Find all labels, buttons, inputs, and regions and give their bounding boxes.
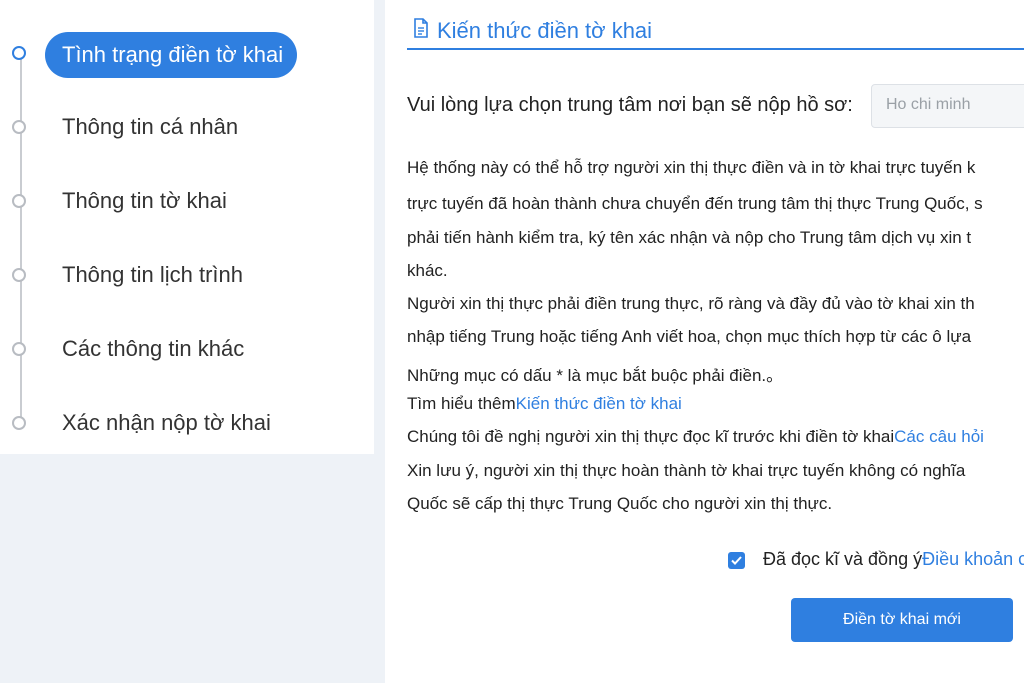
center-select[interactable]: Ho chi minh <box>871 84 1024 128</box>
agree-text: Đã đọc kĩ và đồng ý <box>763 549 923 569</box>
step-item-form-info[interactable]: Thông tin tờ khai <box>0 180 374 226</box>
step-dot-icon <box>12 268 26 282</box>
step-dot-icon <box>12 46 26 60</box>
info-paragraph-line: khác. <box>407 261 448 280</box>
step-label: Thông tin tờ khai <box>62 188 227 213</box>
step-sidebar: Tình trạng điền tờ khai Thông tin cá nhâ… <box>0 0 374 454</box>
step-label: Xác nhận nộp tờ khai <box>62 410 271 435</box>
agree-checkbox[interactable] <box>728 552 745 569</box>
step-label: Tình trạng điền tờ khai <box>62 42 284 67</box>
info-paragraph-line: Quốc sẽ cấp thị thực Trung Quốc cho ngườ… <box>407 494 833 513</box>
section-title: Kiến thức điền tờ khai <box>437 18 653 43</box>
terms-agreement: Đã đọc kĩ và đồng ýĐiều khoản c <box>728 548 1024 574</box>
step-item-confirm-submit[interactable]: Xác nhận nộp tờ khai <box>0 402 374 448</box>
step-label: Thông tin cá nhân <box>62 114 239 139</box>
faq-text: Chúng tôi đề nghị người xin thị thực đọc… <box>407 427 895 446</box>
main-panel: Kiến thức điền tờ khai Vui lòng lựa chọn… <box>385 0 1024 683</box>
learn-more-line: Tìm hiểu thêmKiến thức điền tờ khai <box>407 394 682 414</box>
info-paragraph-line: trực tuyến đã hoàn thành chưa chuyển đến… <box>407 194 983 213</box>
faq-link[interactable]: Các câu hỏi <box>894 427 984 446</box>
new-form-button[interactable]: Điền tờ khai mới <box>791 598 1013 642</box>
center-select-label: Vui lòng lựa chọn trung tâm nơi bạn sẽ n… <box>407 94 853 116</box>
step-item-other-info[interactable]: Các thông tin khác <box>0 328 374 374</box>
step-item-status[interactable]: Tình trạng điền tờ khai <box>0 32 374 78</box>
check-icon <box>731 556 742 565</box>
section-header: Kiến thức điền tờ khai <box>407 14 1024 50</box>
terms-link[interactable]: Điều khoản c <box>922 549 1024 569</box>
faq-line: Chúng tôi đề nghị người xin thị thực đọc… <box>407 427 984 447</box>
step-item-personal-info[interactable]: Thông tin cá nhân <box>0 106 374 152</box>
info-paragraph-line: Xin lưu ý, người xin thị thực hoàn thành… <box>407 461 966 480</box>
step-dot-icon <box>12 120 26 134</box>
step-dot-icon <box>12 342 26 356</box>
info-paragraph-line: phải tiến hành kiểm tra, ký tên xác nhận… <box>407 228 972 247</box>
document-icon <box>413 18 429 43</box>
center-select-value: Ho chi minh <box>886 96 971 113</box>
info-paragraph-line: Người xin thị thực phải điền trung thực,… <box>407 294 975 313</box>
agree-label: Đã đọc kĩ và đồng ýĐiều khoản c <box>763 549 1024 570</box>
step-dot-icon <box>12 194 26 208</box>
learn-more-text: Tìm hiểu thêm <box>407 394 516 413</box>
info-paragraph-line: Những mục có dấu * là mục bắt buộc phải … <box>407 366 784 385</box>
step-label: Các thông tin khác <box>62 336 245 361</box>
info-paragraph-line: nhập tiếng Trung hoặc tiếng Anh viết hoa… <box>407 327 972 346</box>
step-item-itinerary[interactable]: Thông tin lịch trình <box>0 254 374 300</box>
step-label: Thông tin lịch trình <box>62 262 243 287</box>
step-dot-icon <box>12 416 26 430</box>
info-paragraph-line: Hệ thống này có thể hỗ trợ người xin thị… <box>407 158 976 177</box>
form-knowledge-link[interactable]: Kiến thức điền tờ khai <box>516 394 682 413</box>
center-select-row: Vui lòng lựa chọn trung tâm nơi bạn sẽ n… <box>407 84 1024 132</box>
